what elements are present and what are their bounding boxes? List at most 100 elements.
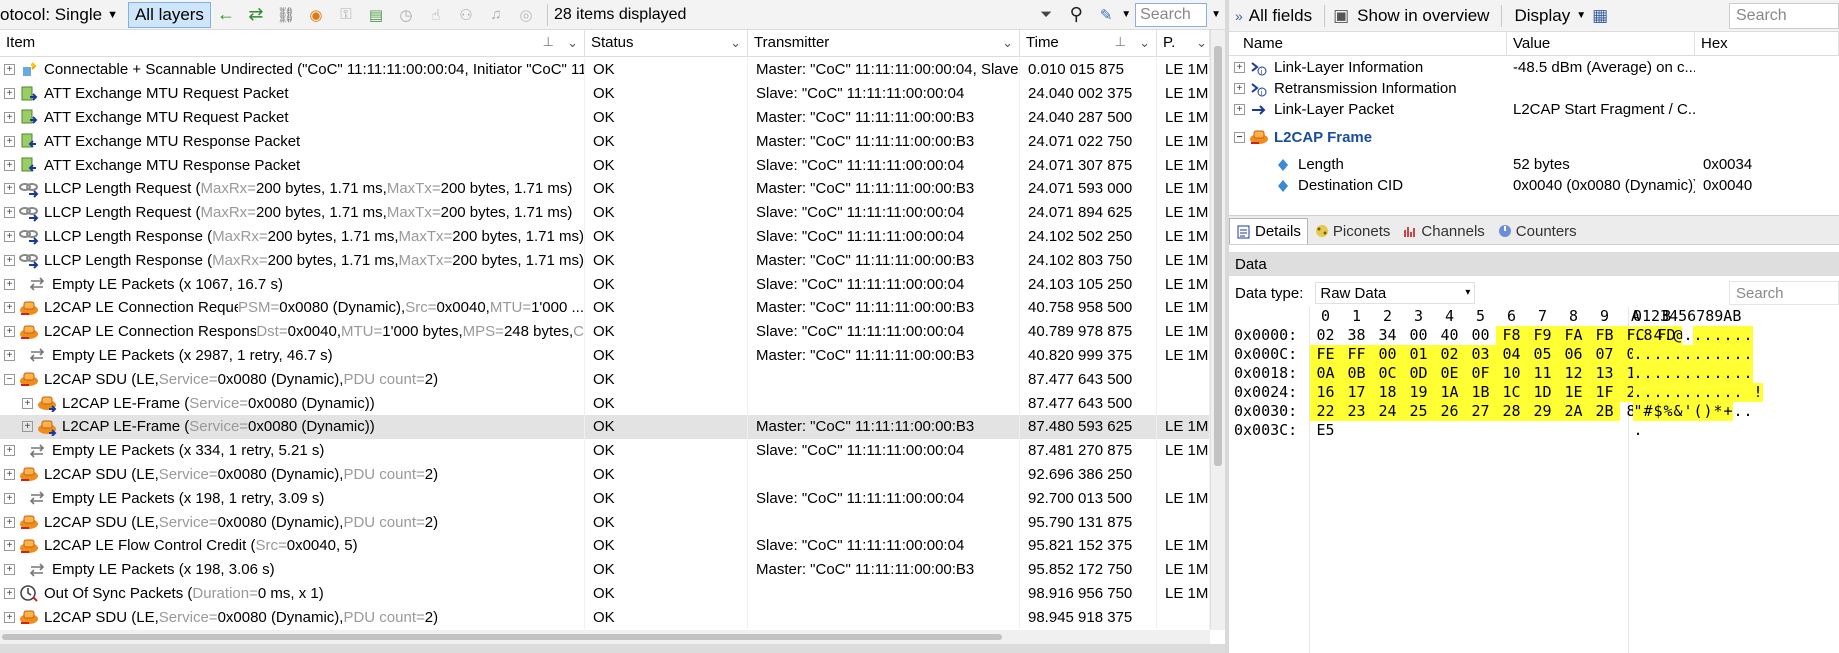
- hex-byte[interactable]: 24: [1372, 402, 1403, 421]
- expand-icon[interactable]: +: [4, 183, 15, 195]
- chevron-down-icon[interactable]: ⌄: [567, 35, 578, 51]
- hex-byte[interactable]: 2A: [1558, 402, 1589, 421]
- tab-counters[interactable]: Counters: [1491, 218, 1583, 244]
- ascii-char[interactable]: .: [1733, 326, 1743, 345]
- hex-byte[interactable]: 0A: [1310, 364, 1341, 383]
- ascii-char[interactable]: .: [1743, 364, 1753, 383]
- expand-icon[interactable]: +: [4, 468, 15, 480]
- table-row[interactable]: + L2CAP LE-Frame (Service= 0x0080 (Dynamic…: [0, 391, 1210, 415]
- ascii-char[interactable]: .: [1703, 364, 1713, 383]
- hex-byte[interactable]: 28: [1496, 402, 1527, 421]
- ascii-char[interactable]: .: [1663, 364, 1673, 383]
- expand-icon[interactable]: +: [4, 445, 15, 457]
- ascii-char[interactable]: .: [1693, 364, 1703, 383]
- hex-byte[interactable]: 1E: [1558, 383, 1589, 402]
- hex-byte[interactable]: 05: [1527, 345, 1558, 364]
- column-item[interactable]: Item ⊥ ⌄: [0, 30, 585, 57]
- filter-icon[interactable]: ⏷: [1035, 4, 1057, 26]
- tab-piconets[interactable]: Piconets: [1308, 218, 1397, 244]
- field-row[interactable]: + Link-Layer Packet L2CAP Start Fragment /…: [1229, 99, 1839, 120]
- hex-byte[interactable]: 40: [1434, 326, 1465, 345]
- hex-byte[interactable]: 16: [1310, 383, 1341, 402]
- ascii-char[interactable]: ': [1683, 402, 1693, 421]
- hex-byte[interactable]: F9: [1527, 326, 1558, 345]
- ascii-char[interactable]: .: [1713, 345, 1723, 364]
- column-transmitter[interactable]: Transmitter ⌄: [748, 30, 1020, 57]
- expand-icon[interactable]: +: [4, 587, 15, 599]
- ascii-char[interactable]: .: [1643, 383, 1653, 402]
- hex-byte[interactable]: 1F: [1589, 383, 1620, 402]
- table-row[interactable]: + Empty LE Packets (x 1067, 16.7 s) OK Slav…: [0, 272, 1210, 296]
- tab-channels[interactable]: Channels: [1396, 218, 1490, 244]
- ascii-char[interactable]: .: [1673, 345, 1683, 364]
- ascii-char[interactable]: .: [1633, 326, 1643, 345]
- pin-icon[interactable]: ⊥: [1115, 34, 1126, 50]
- hex-byte[interactable]: 00: [1403, 326, 1434, 345]
- ascii-char[interactable]: $: [1653, 402, 1663, 421]
- table-row[interactable]: + Connectable + Scannable Undirected ("Co…: [0, 58, 1210, 82]
- column-hex[interactable]: Hex: [1695, 32, 1839, 56]
- hex-byte[interactable]: 00: [1465, 326, 1496, 345]
- ascii-char[interactable]: .: [1663, 345, 1673, 364]
- all-layers-button[interactable]: All layers: [127, 1, 211, 28]
- disc-icon[interactable]: ◎: [515, 4, 537, 26]
- expand-icon[interactable]: +: [4, 564, 15, 576]
- hex-byte[interactable]: 19: [1403, 383, 1434, 402]
- hex-byte[interactable]: 34: [1372, 326, 1403, 345]
- expand-icon[interactable]: +: [4, 516, 15, 528]
- scrollbar-thumb[interactable]: [2, 634, 1002, 640]
- table-row[interactable]: + Empty LE Packets (x 198, 1 retry, 3.09 …: [0, 486, 1210, 511]
- column-status[interactable]: Status ⌄: [585, 30, 748, 57]
- chevron-down-icon[interactable]: ⌄: [730, 35, 741, 51]
- chevron-down-icon[interactable]: ⌄: [1196, 35, 1207, 51]
- field-row[interactable]: Destination CID 0x0040 (0x0080 (Dynamic))…: [1229, 175, 1839, 196]
- hex-byte[interactable]: 29: [1527, 402, 1558, 421]
- hex-byte[interactable]: 13: [1589, 364, 1620, 383]
- hand-icon[interactable]: ☝: [425, 4, 447, 26]
- ascii-char[interactable]: &: [1673, 402, 1683, 421]
- ascii-char[interactable]: .: [1663, 383, 1673, 402]
- data-type-select[interactable]: Raw Data ▾: [1315, 282, 1476, 304]
- chevron-down-icon[interactable]: ▼: [1576, 10, 1586, 21]
- table-row[interactable]: + L2CAP LE Connection Request (PSM=0x0080…: [0, 295, 1210, 320]
- table-row[interactable]: + Empty LE Packets (x 2987, 1 retry, 46.7…: [0, 343, 1210, 368]
- ascii-char[interactable]: .: [1683, 326, 1693, 345]
- hex-byte[interactable]: 11: [1527, 364, 1558, 383]
- hex-byte[interactable]: FF: [1341, 345, 1372, 364]
- table-row[interactable]: − L2CAP SDU (LE, Service= 0x0080 (Dynamic)…: [0, 367, 1210, 392]
- ascii-char[interactable]: .: [1683, 345, 1693, 364]
- ascii-char[interactable]: .: [1693, 345, 1703, 364]
- expand-icon[interactable]: +: [22, 421, 33, 433]
- table-row[interactable]: + L2CAP LE Connection Response (Dst= 0x004…: [0, 319, 1210, 344]
- chevron-down-icon[interactable]: ▼: [107, 9, 118, 21]
- column-name[interactable]: Name: [1229, 32, 1507, 56]
- hex-byte[interactable]: 1A: [1434, 383, 1465, 402]
- hex-byte[interactable]: 38: [1341, 326, 1372, 345]
- hex-byte[interactable]: FA: [1558, 326, 1589, 345]
- hex-byte[interactable]: 17: [1341, 383, 1372, 402]
- hex-byte[interactable]: 25: [1403, 402, 1434, 421]
- ascii-char[interactable]: 8: [1643, 326, 1653, 345]
- display-menu-button[interactable]: Display: [1508, 6, 1576, 26]
- ascii-char[interactable]: .: [1733, 383, 1743, 402]
- expand-icon[interactable]: +: [4, 159, 15, 171]
- ascii-char[interactable]: .: [1703, 383, 1713, 402]
- table-row[interactable]: + ATT Exchange MTU Request Packet OK Slave:…: [0, 81, 1210, 106]
- hex-byte[interactable]: 06: [1558, 345, 1589, 364]
- hex-byte[interactable]: 18: [1372, 383, 1403, 402]
- ascii-char[interactable]: .: [1643, 364, 1653, 383]
- chevron-down-icon[interactable]: ▼: [1211, 9, 1221, 20]
- ascii-char[interactable]: .: [1683, 383, 1693, 402]
- chevron-down-icon[interactable]: ⌄: [1139, 35, 1150, 51]
- ascii-char[interactable]: ": [1633, 402, 1643, 421]
- hex-byte[interactable]: 00: [1372, 345, 1403, 364]
- column-time[interactable]: Time ⊥ ⌄: [1020, 30, 1157, 57]
- collapse-all-icon[interactable]: »: [1229, 8, 1249, 24]
- hex-byte[interactable]: FE: [1310, 345, 1341, 364]
- ascii-char[interactable]: @: [1673, 326, 1683, 345]
- expand-icon[interactable]: +: [4, 540, 15, 552]
- ascii-char[interactable]: .: [1633, 383, 1643, 402]
- music-icon[interactable]: ♫: [485, 4, 507, 26]
- overview-icon[interactable]: ▣: [1331, 6, 1351, 26]
- search-icon[interactable]: ⚲: [1065, 4, 1087, 26]
